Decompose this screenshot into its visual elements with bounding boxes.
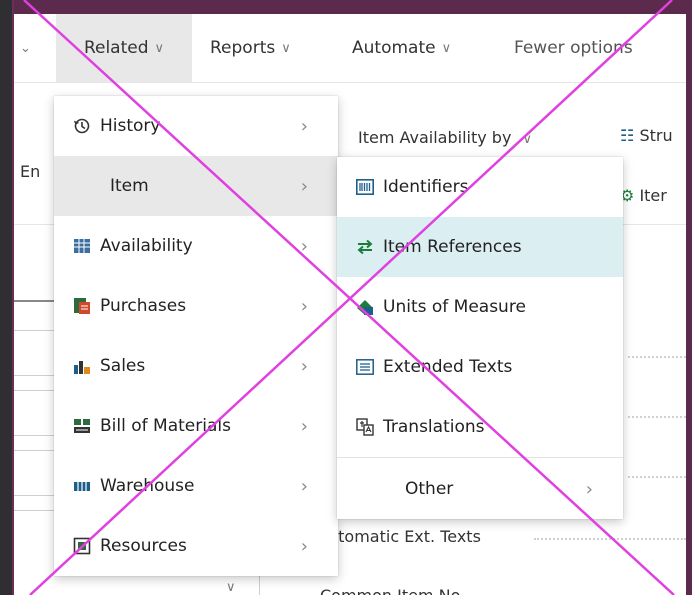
cross-overlay xyxy=(23,0,675,595)
